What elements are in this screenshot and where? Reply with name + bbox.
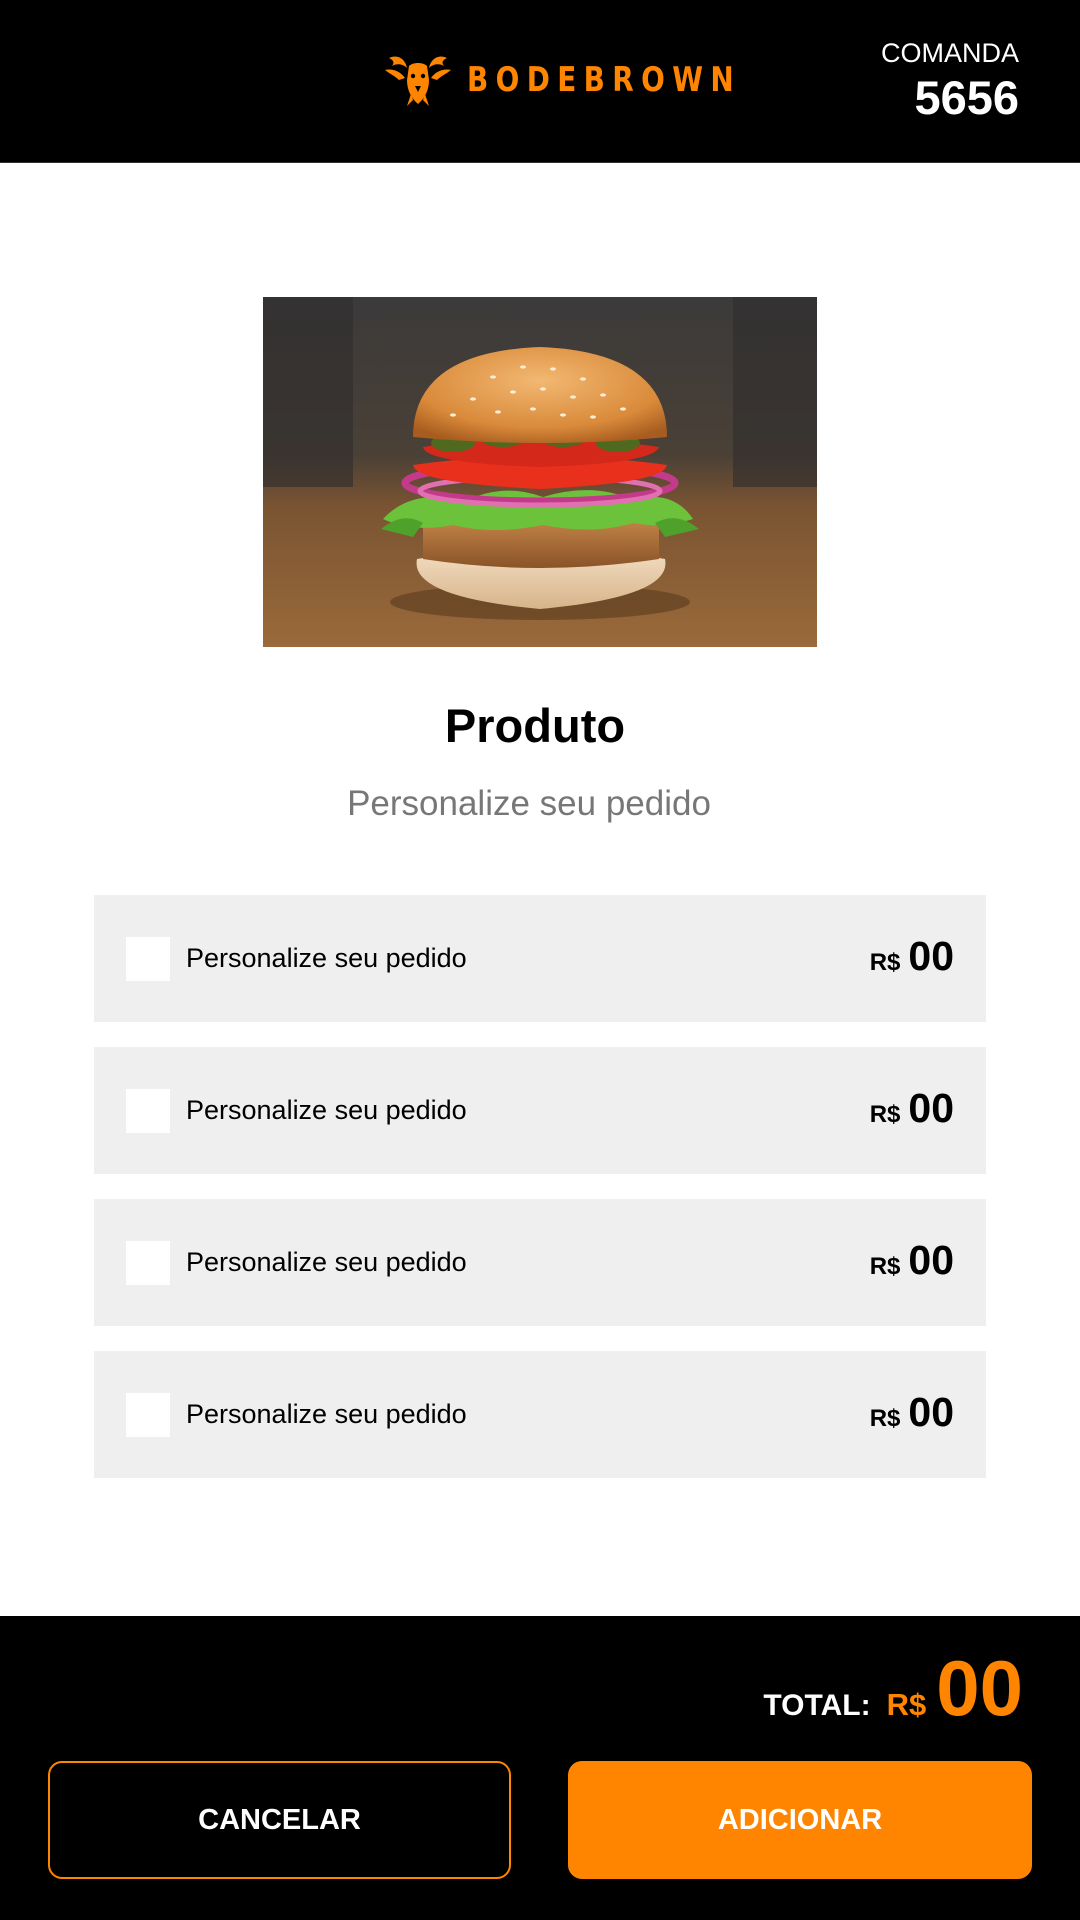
option-price: R$ 00 xyxy=(870,1083,954,1143)
product-image xyxy=(263,297,817,647)
option-row[interactable]: Personalize seu pedido R$ 00 xyxy=(94,1199,986,1326)
cancel-button[interactable]: CANCELAR xyxy=(48,1761,511,1879)
option-currency: R$ xyxy=(869,1101,901,1128)
app-header: BODEBROWN COMANDA 5656 xyxy=(0,0,1080,163)
option-label: Personalize seu pedido xyxy=(186,943,467,973)
options-list: Personalize seu pedido R$ 00 Personalize … xyxy=(94,895,986,1503)
comanda-label: COMANDA xyxy=(880,38,1019,68)
option-currency: R$ xyxy=(869,1405,901,1432)
option-price: R$ 00 xyxy=(870,1387,954,1447)
option-label: Personalize seu pedido xyxy=(186,1247,467,1277)
total-label: TOTAL: xyxy=(763,1689,871,1722)
option-price-value: 00 xyxy=(908,933,954,979)
add-button[interactable]: ADICIONAR xyxy=(568,1761,1032,1879)
total-value: 00 xyxy=(936,1644,1023,1732)
brand-logo: BODEBROWN xyxy=(383,50,801,110)
option-price-value: 00 xyxy=(908,1085,954,1131)
burger-illustration xyxy=(263,297,817,647)
goat-head-icon xyxy=(385,56,451,106)
option-row[interactable]: Personalize seu pedido R$ 00 xyxy=(94,1351,986,1478)
option-checkbox[interactable] xyxy=(126,1393,170,1437)
option-checkbox[interactable] xyxy=(126,937,170,981)
option-label: Personalize seu pedido xyxy=(186,1399,467,1429)
option-price-value: 00 xyxy=(908,1237,954,1283)
brand-name: BODEBROWN xyxy=(467,60,742,100)
option-label: Personalize seu pedido xyxy=(186,1095,467,1125)
option-price: R$ 00 xyxy=(870,931,954,991)
option-currency: R$ xyxy=(869,949,901,976)
order-footer: TOTAL: R$ 00 CANCELAR ADICIONAR xyxy=(0,1616,1080,1920)
order-total: TOTAL: R$ 00 xyxy=(763,1648,1023,1751)
product-subtitle: Personalize seu pedido xyxy=(347,784,711,823)
option-checkbox[interactable] xyxy=(126,1089,170,1133)
total-currency: R$ xyxy=(886,1687,927,1722)
option-row[interactable]: Personalize seu pedido R$ 00 xyxy=(94,895,986,1022)
option-currency: R$ xyxy=(869,1253,901,1280)
product-title: Produto xyxy=(444,699,626,752)
option-checkbox[interactable] xyxy=(126,1241,170,1285)
option-row[interactable]: Personalize seu pedido R$ 00 xyxy=(94,1047,986,1174)
comanda-number: 5656 xyxy=(914,71,1019,124)
option-price-value: 00 xyxy=(908,1389,954,1435)
option-price: R$ 00 xyxy=(870,1235,954,1295)
order-ticket: COMANDA 5656 xyxy=(881,36,1019,126)
